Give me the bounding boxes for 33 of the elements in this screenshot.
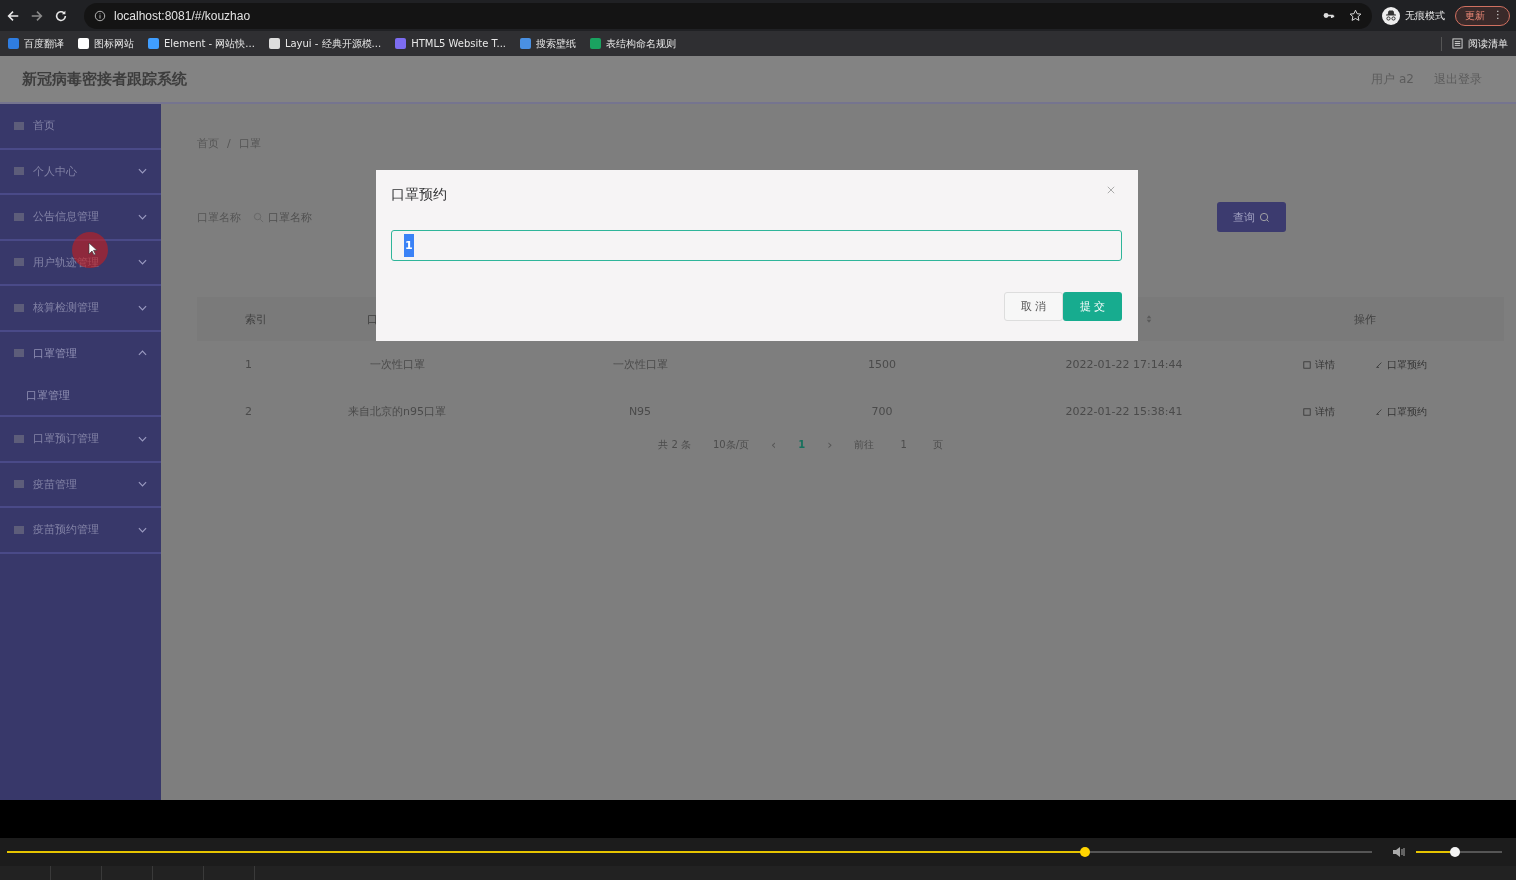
app-title: 新冠病毒密接者跟踪系统: [22, 69, 187, 89]
input-field[interactable]: 1: [391, 230, 1122, 261]
dialog-title: 口罩预约: [391, 186, 447, 204]
next-page-button[interactable]: ›: [827, 437, 833, 452]
sidebar-item[interactable]: 首页: [0, 104, 161, 148]
bookmark[interactable]: Element - 网站快...: [148, 36, 255, 51]
details-link[interactable]: 详情: [1303, 357, 1335, 372]
previous-page-button[interactable]: ‹: [771, 437, 777, 452]
sidebar-subitem[interactable]: 口罩管理: [0, 375, 161, 415]
bookmark[interactable]: 表结构命名规则: [590, 36, 677, 51]
details-link[interactable]: 详情: [1303, 404, 1335, 419]
sidebar-item[interactable]: 个人中心: [0, 149, 161, 193]
sidebar-item[interactable]: 口罩预订管理: [0, 417, 161, 461]
bookmark[interactable]: 百度翻译: [8, 36, 64, 51]
sidebar-item[interactable]: 口罩管理: [0, 331, 161, 375]
bookmark[interactable]: 搜索壁纸: [520, 36, 577, 51]
profile-label: 无痕模式: [1405, 8, 1445, 23]
sidebar-item[interactable]: 核算检测管理: [0, 286, 161, 330]
reserve-link[interactable]: 口罩预约: [1375, 404, 1427, 419]
sidebar-item[interactable]: 疫苗管理: [0, 462, 161, 506]
bookmark[interactable]: 图标网站: [78, 36, 134, 51]
bookmark[interactable]: Layui - 经典开源模...: [268, 36, 382, 51]
sidebar-item[interactable]: 公告信息管理: [0, 195, 161, 239]
address-bar[interactable]: localhost:8081/#/kouzhao: [84, 2, 1372, 29]
update-button[interactable]: 更新 ⋮: [1455, 5, 1510, 26]
query-button[interactable]: 查询: [1217, 202, 1286, 232]
reading-list-button[interactable]: 阅读清单: [1441, 36, 1508, 51]
sidebar-item[interactable]: 疫苗预约管理: [0, 508, 161, 552]
breadcrumb-separator: /: [227, 136, 231, 150]
cancel-button[interactable]: 取 消: [1004, 292, 1063, 321]
submit-button[interactable]: 提 交: [1063, 292, 1122, 321]
reserve-link[interactable]: 口罩预约: [1375, 357, 1427, 372]
bookmark[interactable]: HTML5 Website T...: [395, 38, 507, 49]
